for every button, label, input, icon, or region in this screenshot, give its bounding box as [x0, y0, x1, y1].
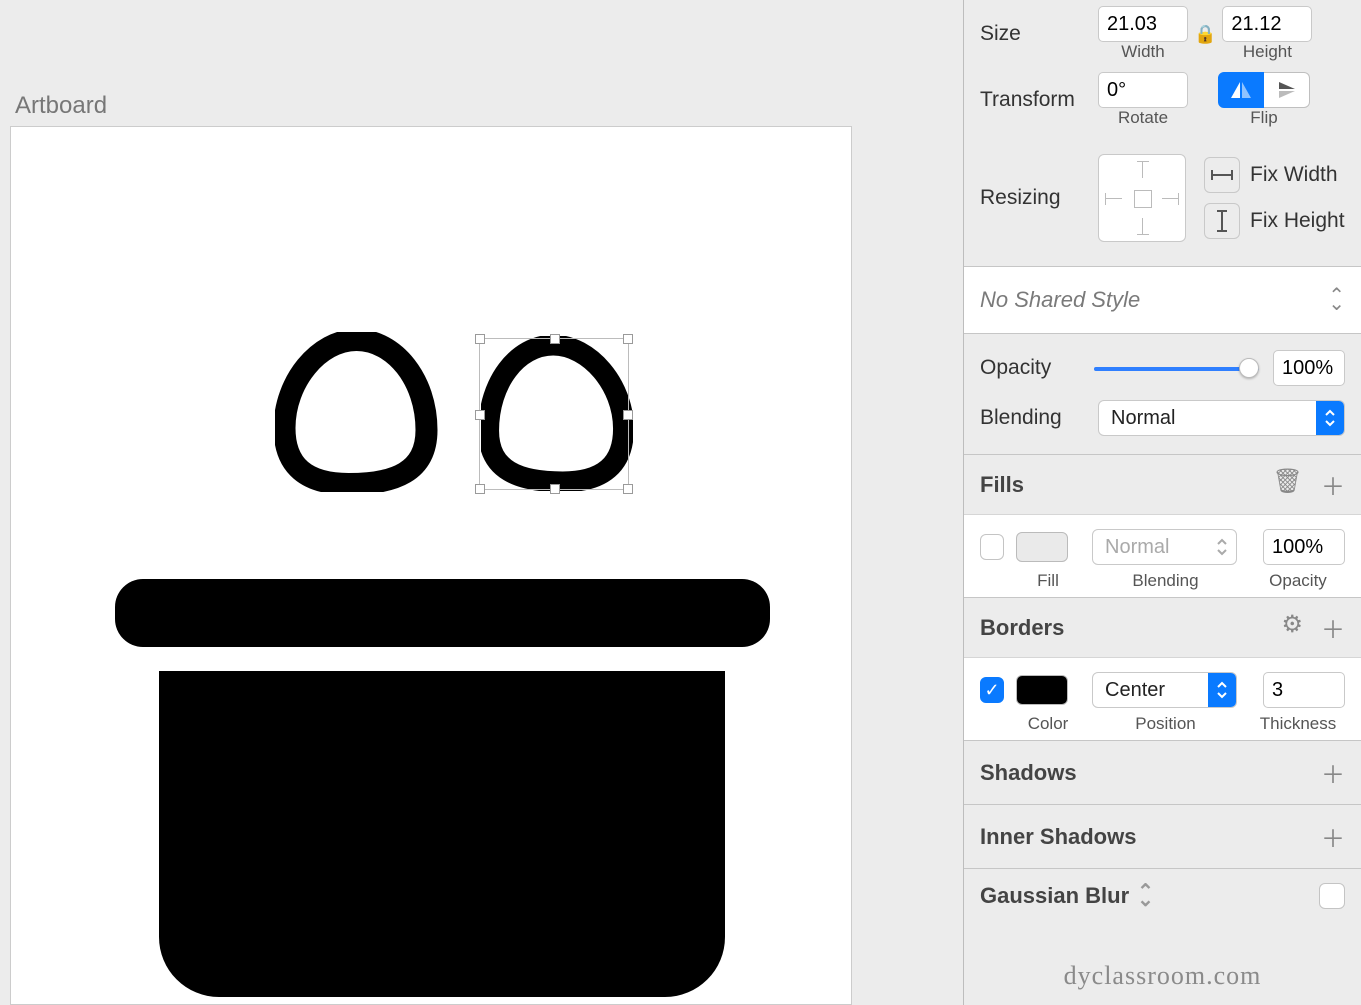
fill-opacity-input[interactable]: [1263, 529, 1345, 565]
size-label: Size: [980, 22, 1098, 46]
fills-row: Normal Fill Blending Opacity: [964, 514, 1361, 597]
fix-width-icon: [1204, 157, 1240, 193]
border-position-select[interactable]: Center: [1092, 672, 1237, 708]
chevron-updown-icon: [1208, 530, 1236, 564]
fix-height-button[interactable]: Fix Height: [1204, 203, 1345, 239]
blending-select[interactable]: Normal: [1098, 400, 1345, 436]
inner-shadows-title: Inner Shadows: [980, 824, 1136, 850]
selection-handle-n[interactable]: [550, 334, 560, 344]
shared-style-dropdown[interactable]: No Shared Style ⌃⌄: [964, 266, 1361, 334]
fill-enable-checkbox[interactable]: [980, 534, 1004, 560]
shadows-section-header[interactable]: Shadows ＋: [964, 740, 1361, 804]
gaussian-blur-title: Gaussian Blur: [980, 883, 1129, 909]
border-enable-checkbox[interactable]: ✓: [980, 677, 1004, 703]
artboard[interactable]: [10, 126, 852, 1005]
canvas-shape-ear-left[interactable]: [275, 332, 438, 492]
border-thickness-input[interactable]: [1263, 672, 1345, 708]
fills-section-header: Fills 🗑 ＋: [964, 454, 1361, 514]
resizing-constraints[interactable]: [1098, 154, 1186, 242]
flip-vertical-button[interactable]: [1264, 72, 1310, 108]
chevron-updown-icon: [1316, 401, 1344, 435]
selection-handle-sw[interactable]: [475, 484, 485, 494]
fill-blending-select[interactable]: Normal: [1092, 529, 1237, 565]
border-position-caption: Position: [1080, 714, 1251, 734]
fix-height-label: Fix Height: [1250, 209, 1345, 233]
borders-title: Borders: [980, 615, 1064, 641]
border-position-value: Center: [1093, 673, 1208, 707]
shadows-title: Shadows: [980, 760, 1077, 786]
canvas-area: Artboard: [0, 0, 881, 1005]
plus-icon[interactable]: ＋: [1321, 467, 1345, 502]
artboard-label: Artboard: [15, 92, 107, 120]
flip-caption: Flip: [1250, 108, 1277, 128]
plus-icon[interactable]: ＋: [1321, 819, 1345, 854]
selection-handle-se[interactable]: [623, 484, 633, 494]
blending-label: Blending: [980, 406, 1080, 430]
fill-caption: Fill: [980, 571, 1080, 591]
lock-icon[interactable]: 🔒: [1194, 24, 1216, 45]
height-input[interactable]: [1222, 6, 1312, 42]
inspector-panel: Size Width 🔒 Height Transform Rotate: [963, 0, 1361, 1005]
selection-handle-w[interactable]: [475, 410, 485, 420]
selection-handle-s[interactable]: [550, 484, 560, 494]
selection-handle-ne[interactable]: [623, 334, 633, 344]
chevron-updown-icon: ⌃⌄: [1328, 292, 1345, 308]
blending-value: Normal: [1099, 401, 1316, 435]
width-caption: Width: [1121, 42, 1164, 62]
rotate-input[interactable]: [1098, 72, 1188, 108]
gear-icon[interactable]: ⚙: [1281, 610, 1303, 645]
transform-label: Transform: [980, 88, 1098, 112]
border-color-caption: Color: [980, 714, 1080, 734]
fill-blending-caption: Blending: [1080, 571, 1251, 591]
border-thickness-caption: Thickness: [1251, 714, 1345, 734]
fix-width-button[interactable]: Fix Width: [1204, 157, 1345, 193]
fill-color-swatch[interactable]: [1016, 532, 1068, 562]
flip-horizontal-button[interactable]: [1218, 72, 1264, 108]
chevron-updown-icon: [1208, 673, 1236, 707]
rotate-caption: Rotate: [1118, 108, 1168, 128]
selection-box[interactable]: [479, 338, 629, 490]
flip-group: [1218, 72, 1310, 108]
selection-handle-e[interactable]: [623, 410, 633, 420]
width-input[interactable]: [1098, 6, 1188, 42]
watermark-text: dyclassroom.com: [964, 961, 1361, 991]
chevron-updown-icon: ⌃⌄: [1137, 888, 1154, 904]
plus-icon[interactable]: ＋: [1321, 610, 1345, 645]
opacity-input[interactable]: [1273, 350, 1345, 386]
shared-style-label: No Shared Style: [980, 287, 1140, 313]
trash-icon[interactable]: 🗑: [1273, 467, 1303, 502]
fills-title: Fills: [980, 472, 1024, 498]
height-caption: Height: [1243, 42, 1292, 62]
fix-width-label: Fix Width: [1250, 163, 1338, 187]
inner-shadows-section-header[interactable]: Inner Shadows ＋: [964, 804, 1361, 868]
gaussian-blur-checkbox[interactable]: [1319, 883, 1345, 909]
opacity-label: Opacity: [980, 356, 1080, 380]
canvas-shape-pot[interactable]: [159, 671, 725, 997]
selection-handle-nw[interactable]: [475, 334, 485, 344]
borders-row: ✓ Center Color Position Thickness: [964, 657, 1361, 740]
border-color-swatch[interactable]: [1016, 675, 1068, 705]
fix-height-icon: [1204, 203, 1240, 239]
fill-opacity-caption: Opacity: [1251, 571, 1345, 591]
plus-icon[interactable]: ＋: [1321, 755, 1345, 790]
fill-blending-value: Normal: [1093, 530, 1208, 564]
canvas-shape-lid[interactable]: [115, 579, 770, 647]
opacity-slider[interactable]: [1094, 358, 1259, 378]
borders-section-header: Borders ⚙ ＋: [964, 597, 1361, 657]
resizing-label: Resizing: [980, 186, 1098, 210]
gaussian-blur-section-header[interactable]: Gaussian Blur ⌃⌄: [964, 868, 1361, 923]
